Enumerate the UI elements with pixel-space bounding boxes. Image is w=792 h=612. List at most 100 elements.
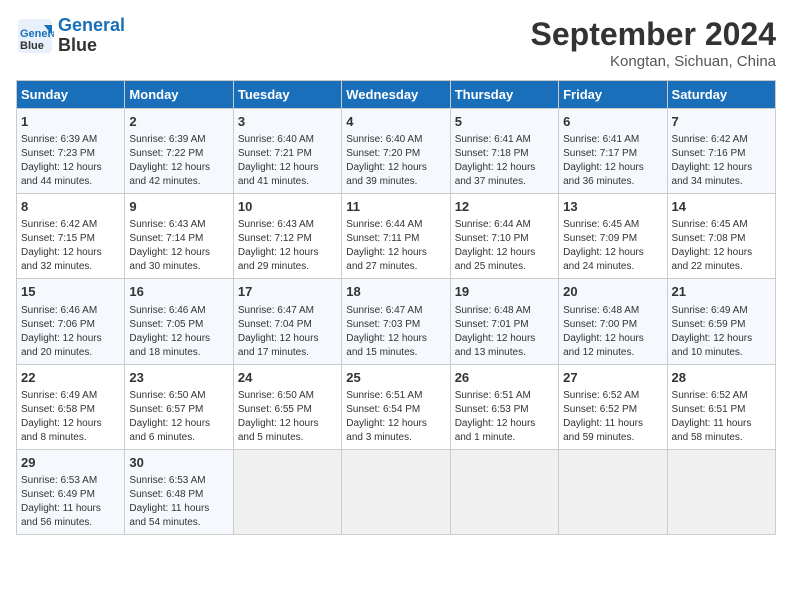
- day-number: 23: [129, 369, 228, 387]
- day-number: 5: [455, 113, 554, 131]
- day-number: 1: [21, 113, 120, 131]
- weekday-header-tuesday: Tuesday: [233, 81, 341, 109]
- day-info: Sunrise: 6:52 AM Sunset: 6:52 PM Dayligh…: [563, 389, 662, 445]
- calendar-cell: 15 Sunrise: 6:46 AM Sunset: 7:06 PM Dayli…: [17, 279, 125, 364]
- day-number: 22: [21, 369, 120, 387]
- weekday-header-thursday: Thursday: [450, 81, 558, 109]
- calendar-cell: 10Sunrise: 6:43 AM Sunset: 7:12 PM Dayli…: [233, 194, 341, 279]
- day-number: 30: [129, 454, 228, 472]
- weekday-header-saturday: Saturday: [667, 81, 775, 109]
- calendar-cell: [559, 449, 667, 534]
- day-number: 15: [21, 283, 120, 301]
- calendar-cell: 8Sunrise: 6:42 AM Sunset: 7:15 PM Daylig…: [17, 194, 125, 279]
- logo-text: GeneralBlue: [58, 16, 125, 56]
- calendar-cell: 14Sunrise: 6:45 AM Sunset: 7:08 PM Dayli…: [667, 194, 775, 279]
- calendar-cell: 2 Sunrise: 6:39 AM Sunset: 7:22 PM Daylig…: [125, 109, 233, 194]
- calendar-week-2: 15 Sunrise: 6:46 AM Sunset: 7:06 PM Dayli…: [17, 279, 776, 364]
- day-info: Sunrise: 6:49 AM Sunset: 6:58 PM Dayligh…: [21, 389, 120, 445]
- day-info: Sunrise: 6:46 AM Sunset: 7:05 PM Dayligh…: [129, 304, 228, 360]
- day-info: Sunrise: 6:52 AM Sunset: 6:51 PM Dayligh…: [672, 389, 771, 445]
- day-info: Sunrise: 6:50 AM Sunset: 6:57 PM Dayligh…: [129, 389, 228, 445]
- title-block: September 2024 Kongtan, Sichuan, China: [531, 16, 776, 70]
- calendar-cell: 23 Sunrise: 6:50 AM Sunset: 6:57 PM Dayli…: [125, 364, 233, 449]
- day-number: 6: [563, 113, 662, 131]
- day-info: Sunrise: 6:41 AM Sunset: 7:17 PM Dayligh…: [563, 133, 662, 189]
- day-number: 16: [129, 283, 228, 301]
- day-info: Sunrise: 6:45 AM Sunset: 7:09 PM Dayligh…: [563, 218, 662, 274]
- calendar-cell: 9 Sunrise: 6:43 AM Sunset: 7:14 PM Daylig…: [125, 194, 233, 279]
- calendar-cell: 6 Sunrise: 6:41 AM Sunset: 7:17 PM Daylig…: [559, 109, 667, 194]
- day-info: Sunrise: 6:49 AM Sunset: 6:59 PM Dayligh…: [672, 304, 771, 360]
- calendar-week-3: 22 Sunrise: 6:49 AM Sunset: 6:58 PM Dayli…: [17, 364, 776, 449]
- day-number: 24: [238, 369, 337, 387]
- calendar-week-1: 8Sunrise: 6:42 AM Sunset: 7:15 PM Daylig…: [17, 194, 776, 279]
- weekday-header-sunday: Sunday: [17, 81, 125, 109]
- calendar-cell: 5 Sunrise: 6:41 AM Sunset: 7:18 PM Daylig…: [450, 109, 558, 194]
- calendar-cell: 19 Sunrise: 6:48 AM Sunset: 7:01 PM Dayli…: [450, 279, 558, 364]
- day-number: 9: [129, 198, 228, 216]
- day-number: 29: [21, 454, 120, 472]
- calendar-cell: 13 Sunrise: 6:45 AM Sunset: 7:09 PM Dayli…: [559, 194, 667, 279]
- calendar-table: SundayMondayTuesdayWednesdayThursdayFrid…: [16, 80, 776, 535]
- day-info: Sunrise: 6:39 AM Sunset: 7:22 PM Dayligh…: [129, 133, 228, 189]
- weekday-header-row: SundayMondayTuesdayWednesdayThursdayFrid…: [17, 81, 776, 109]
- calendar-cell: 16 Sunrise: 6:46 AM Sunset: 7:05 PM Dayli…: [125, 279, 233, 364]
- weekday-header-monday: Monday: [125, 81, 233, 109]
- calendar-cell: 28 Sunrise: 6:52 AM Sunset: 6:51 PM Dayli…: [667, 364, 775, 449]
- day-number: 2: [129, 113, 228, 131]
- day-info: Sunrise: 6:42 AM Sunset: 7:16 PM Dayligh…: [672, 133, 771, 189]
- calendar-week-4: 29 Sunrise: 6:53 AM Sunset: 6:49 PM Dayli…: [17, 449, 776, 534]
- calendar-cell: 18 Sunrise: 6:47 AM Sunset: 7:03 PM Dayli…: [342, 279, 450, 364]
- day-info: Sunrise: 6:44 AM Sunset: 7:11 PM Dayligh…: [346, 218, 445, 274]
- calendar-cell: 3 Sunrise: 6:40 AM Sunset: 7:21 PM Daylig…: [233, 109, 341, 194]
- day-number: 28: [672, 369, 771, 387]
- calendar-cell: 17Sunrise: 6:47 AM Sunset: 7:04 PM Dayli…: [233, 279, 341, 364]
- calendar-cell: [667, 449, 775, 534]
- day-info: Sunrise: 6:51 AM Sunset: 6:53 PM Dayligh…: [455, 389, 554, 445]
- day-number: 11: [346, 198, 445, 216]
- logo: General Blue GeneralBlue: [16, 16, 125, 56]
- calendar-cell: 27 Sunrise: 6:52 AM Sunset: 6:52 PM Dayli…: [559, 364, 667, 449]
- month-title: September 2024: [531, 16, 776, 53]
- day-number: 27: [563, 369, 662, 387]
- svg-text:Blue: Blue: [20, 40, 44, 52]
- location: Kongtan, Sichuan, China: [531, 53, 776, 70]
- day-info: Sunrise: 6:51 AM Sunset: 6:54 PM Dayligh…: [346, 389, 445, 445]
- calendar-cell: 24 Sunrise: 6:50 AM Sunset: 6:55 PM Dayli…: [233, 364, 341, 449]
- calendar-cell: 30Sunrise: 6:53 AM Sunset: 6:48 PM Dayli…: [125, 449, 233, 534]
- calendar-cell: 11 Sunrise: 6:44 AM Sunset: 7:11 PM Dayli…: [342, 194, 450, 279]
- day-info: Sunrise: 6:53 AM Sunset: 6:49 PM Dayligh…: [21, 474, 120, 530]
- day-number: 3: [238, 113, 337, 131]
- calendar-cell: 1Sunrise: 6:39 AM Sunset: 7:23 PM Daylig…: [17, 109, 125, 194]
- day-info: Sunrise: 6:40 AM Sunset: 7:20 PM Dayligh…: [346, 133, 445, 189]
- day-info: Sunrise: 6:48 AM Sunset: 7:01 PM Dayligh…: [455, 304, 554, 360]
- day-info: Sunrise: 6:48 AM Sunset: 7:00 PM Dayligh…: [563, 304, 662, 360]
- day-number: 21: [672, 283, 771, 301]
- calendar-cell: 25Sunrise: 6:51 AM Sunset: 6:54 PM Dayli…: [342, 364, 450, 449]
- day-number: 4: [346, 113, 445, 131]
- day-info: Sunrise: 6:50 AM Sunset: 6:55 PM Dayligh…: [238, 389, 337, 445]
- weekday-header-friday: Friday: [559, 81, 667, 109]
- day-info: Sunrise: 6:44 AM Sunset: 7:10 PM Dayligh…: [455, 218, 554, 274]
- day-info: Sunrise: 6:47 AM Sunset: 7:03 PM Dayligh…: [346, 304, 445, 360]
- calendar-cell: 22 Sunrise: 6:49 AM Sunset: 6:58 PM Dayli…: [17, 364, 125, 449]
- calendar-cell: [342, 449, 450, 534]
- day-info: Sunrise: 6:43 AM Sunset: 7:14 PM Dayligh…: [129, 218, 228, 274]
- day-number: 26: [455, 369, 554, 387]
- page-header: General Blue GeneralBlue September 2024 …: [16, 16, 776, 70]
- day-number: 20: [563, 283, 662, 301]
- day-info: Sunrise: 6:40 AM Sunset: 7:21 PM Dayligh…: [238, 133, 337, 189]
- day-info: Sunrise: 6:41 AM Sunset: 7:18 PM Dayligh…: [455, 133, 554, 189]
- calendar-cell: [450, 449, 558, 534]
- day-number: 10: [238, 198, 337, 216]
- day-number: 17: [238, 283, 337, 301]
- day-number: 8: [21, 198, 120, 216]
- day-info: Sunrise: 6:46 AM Sunset: 7:06 PM Dayligh…: [21, 304, 120, 360]
- weekday-header-wednesday: Wednesday: [342, 81, 450, 109]
- calendar-cell: 26 Sunrise: 6:51 AM Sunset: 6:53 PM Dayli…: [450, 364, 558, 449]
- day-number: 19: [455, 283, 554, 301]
- day-number: 14: [672, 198, 771, 216]
- day-number: 7: [672, 113, 771, 131]
- day-number: 13: [563, 198, 662, 216]
- day-number: 18: [346, 283, 445, 301]
